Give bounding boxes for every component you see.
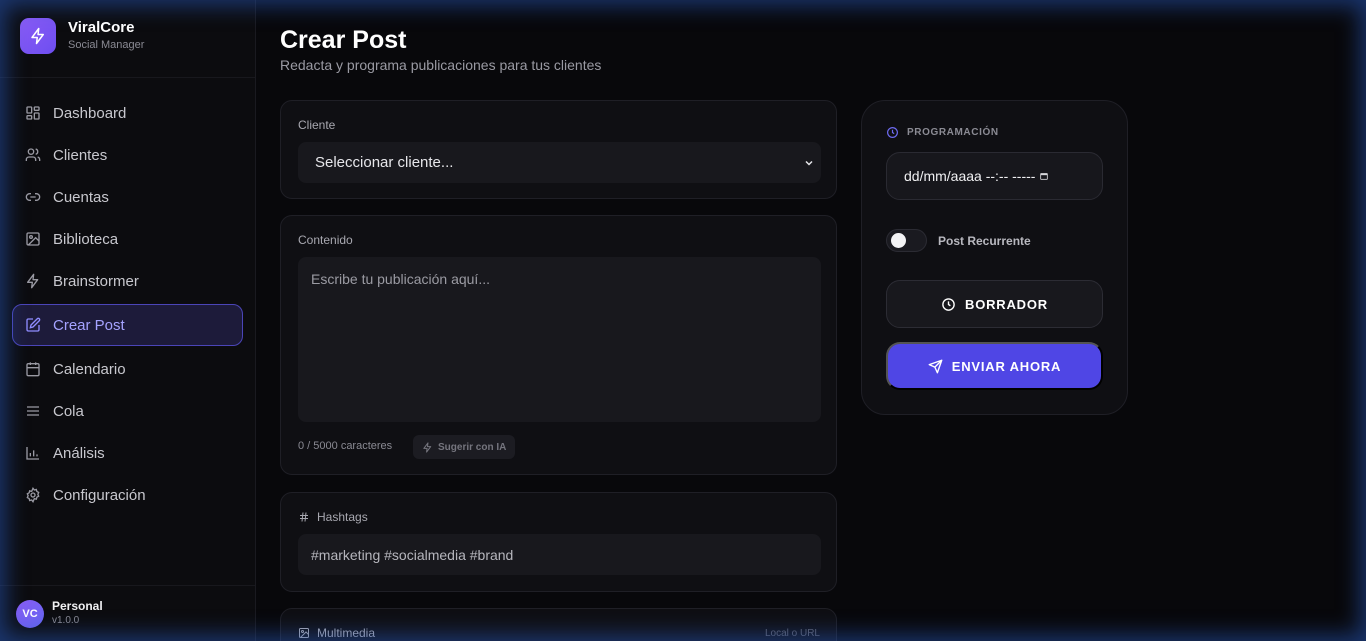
- recurring-label: Post Recurrente: [938, 233, 1031, 248]
- media-hint: Local o URL: [764, 628, 820, 639]
- hashtags-card: Hashtags #marketing #socialmedia #brand: [280, 492, 837, 592]
- sidebar-item-configuracion[interactable]: Configuración: [12, 474, 243, 516]
- schedule-label-row: PROGRAMACIÓN: [886, 126, 999, 139]
- content-placeholder: Escribe tu publicación aquí...: [311, 271, 490, 287]
- clock-icon: [941, 297, 956, 312]
- sidebar-item-label: Crear Post: [53, 316, 125, 334]
- schedule-panel: PROGRAMACIÓN dd/mm/aaaa --:-- ----- Post…: [861, 100, 1128, 415]
- datetime-placeholder: dd/mm/aaaa --:-- -----: [904, 168, 1036, 184]
- content-textarea[interactable]: Escribe tu publicación aquí...: [298, 257, 821, 422]
- schedule-datetime-input[interactable]: dd/mm/aaaa --:-- -----: [886, 152, 1103, 200]
- sidebar-item-label: Calendario: [53, 360, 126, 378]
- client-label: Cliente: [298, 118, 336, 132]
- char-count: 0 / 5000 caracteres: [298, 440, 393, 452]
- sidebar-item-biblioteca[interactable]: Biblioteca: [12, 218, 243, 260]
- image-icon: [298, 627, 310, 639]
- send-now-button[interactable]: ENVIAR AHORA: [886, 342, 1103, 390]
- brand-name: ViralCore: [68, 18, 135, 36]
- link-icon: [25, 189, 41, 205]
- brand[interactable]: ViralCore Social Manager: [0, 0, 255, 78]
- lightning-icon: [25, 273, 41, 289]
- hashtags-value: #marketing #socialmedia #brand: [311, 546, 514, 563]
- send-now-label: ENVIAR AHORA: [951, 358, 1062, 374]
- sidebar-item-label: Clientes: [53, 146, 108, 164]
- content-card: Contenido Escribe tu publicación aquí...…: [280, 215, 837, 475]
- sidebar-item-label: Análisis: [53, 444, 105, 462]
- sidebar-item-dashboard[interactable]: Dashboard: [12, 92, 243, 134]
- avatar: VC: [16, 599, 44, 628]
- users-icon: [25, 147, 41, 163]
- sidebar-item-label: Configuración: [53, 486, 146, 504]
- lightning-logo-icon: [20, 17, 56, 54]
- gear-icon: [25, 487, 41, 503]
- page-title: Crear Post: [280, 26, 407, 54]
- content-label: Contenido: [298, 233, 353, 247]
- hashtags-label: Hashtags: [317, 510, 368, 524]
- hashtags-label-row: Hashtags: [298, 510, 368, 524]
- send-icon: [928, 359, 943, 374]
- toggle-knob: [891, 233, 906, 248]
- schedule-label: PROGRAMACIÓN: [907, 127, 999, 138]
- sidebar-item-label: Dashboard: [53, 104, 127, 122]
- sidebar-item-brainstormer[interactable]: Brainstormer: [12, 260, 243, 302]
- sidebar-item-label: Biblioteca: [53, 230, 119, 248]
- bar-chart-icon: [25, 445, 41, 461]
- media-label-row: Multimedia: [298, 626, 375, 640]
- client-card: Cliente Seleccionar cliente...: [280, 100, 837, 199]
- recurring-row: Post Recurrente: [886, 229, 1031, 252]
- sidebar-item-cola[interactable]: Cola: [12, 390, 243, 432]
- calendar-icon[interactable]: [1039, 171, 1049, 181]
- client-select[interactable]: Seleccionar cliente...: [298, 142, 821, 183]
- draft-button-label: BORRADOR: [965, 296, 1048, 312]
- clock-icon: [886, 126, 899, 139]
- hashtags-input[interactable]: #marketing #socialmedia #brand: [298, 534, 821, 575]
- sidebar-item-clientes[interactable]: Clientes: [12, 134, 243, 176]
- page-subtitle: Redacta y programa publicaciones para tu…: [280, 57, 602, 73]
- sidebar-item-calendario[interactable]: Calendario: [12, 348, 243, 390]
- sidebar-nav: Dashboard Clientes Cuentas Biblioteca Br…: [0, 78, 255, 516]
- edit-icon: [25, 317, 41, 333]
- recurring-toggle[interactable]: [886, 229, 927, 252]
- lightning-icon: [422, 441, 433, 453]
- hash-icon: [298, 511, 310, 523]
- draft-button[interactable]: BORRADOR: [886, 280, 1103, 328]
- sidebar-item-label: Brainstormer: [53, 272, 139, 290]
- app-version: v1.0.0: [52, 615, 80, 626]
- media-label: Multimedia: [317, 626, 376, 640]
- sidebar: ViralCore Social Manager Dashboard Clien…: [0, 0, 256, 641]
- suggest-ai-button[interactable]: Sugerir con IA: [413, 435, 516, 459]
- media-card: Multimedia Local o URL: [280, 608, 837, 641]
- suggest-ai-label: Sugerir con IA: [438, 441, 507, 453]
- sidebar-item-label: Cola: [53, 402, 84, 420]
- calendar-icon: [25, 361, 41, 377]
- client-select-value: Seleccionar cliente...: [315, 154, 454, 171]
- user-profile[interactable]: VC Personal v1.0.0: [0, 585, 255, 641]
- chevron-down-icon: [803, 157, 815, 169]
- sidebar-item-analisis[interactable]: Análisis: [12, 432, 243, 474]
- user-name: Personal: [52, 599, 103, 613]
- image-icon: [25, 231, 41, 247]
- queue-icon: [25, 403, 41, 419]
- sidebar-item-label: Cuentas: [53, 188, 109, 206]
- sidebar-item-crear-post[interactable]: Crear Post: [12, 304, 243, 346]
- dashboard-icon: [25, 105, 41, 121]
- brand-subtitle: Social Manager: [68, 38, 145, 51]
- sidebar-item-cuentas[interactable]: Cuentas: [12, 176, 243, 218]
